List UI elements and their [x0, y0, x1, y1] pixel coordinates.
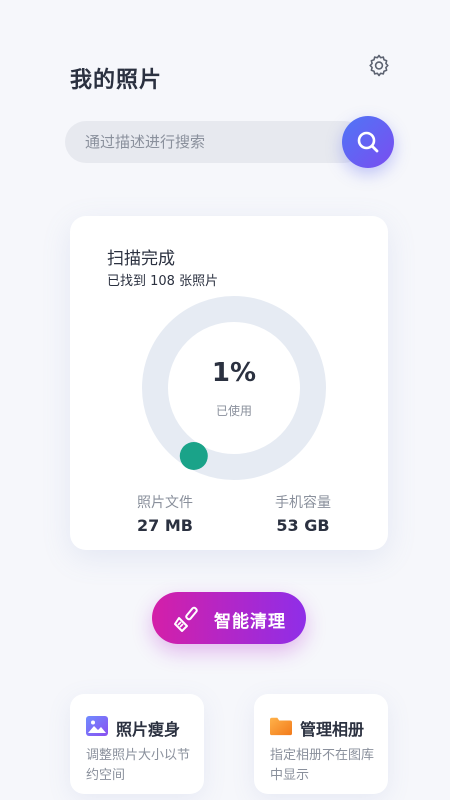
smart-clean-button[interactable]: 智能清理: [152, 592, 306, 644]
usage-label: 已使用: [215, 404, 252, 418]
search-button[interactable]: [342, 116, 394, 168]
page-title: 我的照片: [70, 68, 163, 93]
photos-size-stat: 照片文件 27 MB: [105, 492, 225, 535]
photo-slim-title: 照片瘦身: [116, 720, 181, 739]
status-bar: [0, 0, 450, 26]
usage-percent: 1%: [211, 358, 257, 388]
search-input[interactable]: [65, 121, 335, 163]
manage-album-card[interactable]: 管理相册 指定相册不在图库中显示: [254, 694, 388, 794]
photo-slim-description: 调整照片大小以节约空间: [86, 748, 191, 783]
photos-size-value: 27 MB: [137, 516, 193, 535]
storage-usage-ring: 1% 已使用: [142, 296, 326, 480]
phone-capacity-label: 手机容量: [275, 495, 331, 511]
search-icon: [357, 131, 379, 153]
phone-capacity-stat: 手机容量 53 GB: [243, 492, 363, 535]
photos-size-label: 照片文件: [137, 495, 193, 511]
scan-result-count: 已找到 108 张照片: [107, 274, 219, 289]
ring-track: [142, 296, 326, 480]
phone-capacity-value: 53 GB: [276, 516, 330, 535]
ring-progress-knob: [179, 442, 208, 470]
scan-status-title: 扫描完成: [107, 249, 175, 269]
photo-slim-card[interactable]: 照片瘦身 调整照片大小以节约空间: [70, 694, 204, 794]
image-icon: [86, 716, 108, 736]
folder-icon: [270, 717, 292, 736]
manage-album-title: 管理相册: [300, 720, 365, 739]
search-bar: [65, 121, 365, 163]
settings-button[interactable]: [366, 52, 392, 78]
gear-icon: [369, 54, 389, 77]
smart-clean-label: 智能清理: [214, 612, 286, 632]
manage-album-description: 指定相册不在图库中显示: [270, 748, 375, 783]
storage-card: 扫描完成 已找到 108 张照片 1% 已使用 照片文件 27 MB 手机容量 …: [70, 216, 388, 550]
broom-icon: [174, 606, 198, 632]
